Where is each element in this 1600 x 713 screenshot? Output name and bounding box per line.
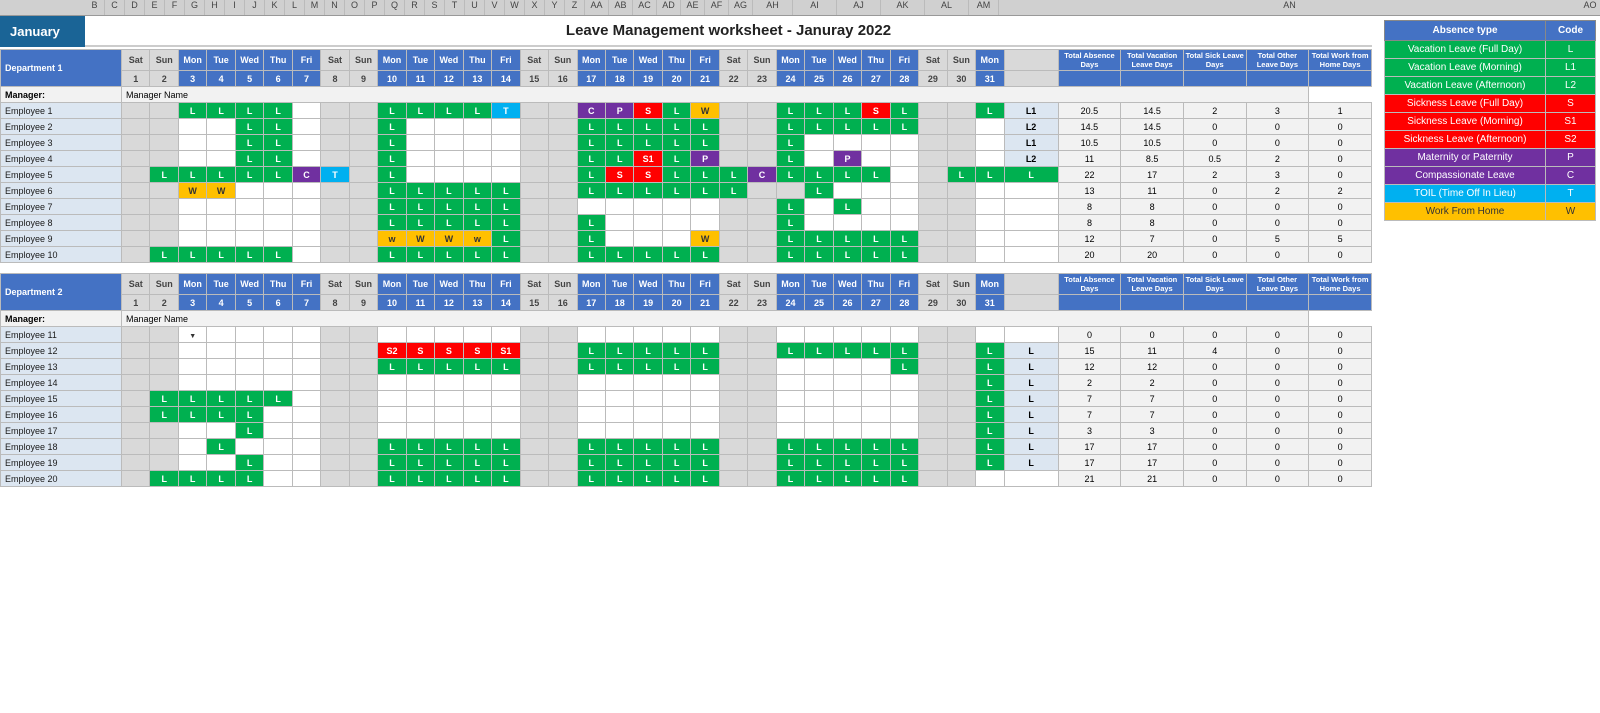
table-row: Employee 12 S2 S S [1, 343, 1372, 359]
day-sat3: Sat [520, 50, 548, 71]
day-sun1: Sun [150, 50, 178, 71]
day-tue4: Tue [805, 50, 833, 71]
page-title: Leave Management worksheet - Januray 202… [85, 16, 1372, 47]
day-sun3: Sun [549, 50, 577, 71]
day-sun2: Sun [349, 50, 377, 71]
total-wfh-header: Total Work from Home Days [1309, 50, 1372, 71]
day-fri4: Fri [890, 50, 918, 71]
dept2-label: Department 2 [1, 274, 122, 311]
table-row: Employee 16 L L L L [1, 407, 1372, 423]
dept1-manager-row: Manager: Manager Name [1, 87, 1372, 103]
table-row: Employee 13 L L L [1, 359, 1372, 375]
list-item: Vacation Leave (Afternoon) L2 [1385, 77, 1596, 95]
day-thu4: Thu [862, 50, 890, 71]
table-row: Employee 4 L L L [1, 151, 1372, 167]
day-thu3: Thu [662, 50, 690, 71]
total-vacation-header: Total Vacation Leave Days [1121, 50, 1184, 71]
dept2-total-sick-header: Total Sick Leave Days [1183, 274, 1246, 295]
table-row: Employee 19 L L L L [1, 455, 1372, 471]
table-row: Employee 5 L L L L L C T L [1, 167, 1372, 183]
day-mon2: Mon [378, 50, 406, 71]
day-sat4: Sat [719, 50, 747, 71]
table-row: Employee 8 L L L [1, 215, 1372, 231]
day-mon1: Mon [178, 50, 206, 71]
day-wed2: Wed [435, 50, 463, 71]
day-sat1: Sat [122, 50, 150, 71]
day-fri2: Fri [492, 50, 520, 71]
list-item: Maternity or Paternity P [1385, 149, 1596, 167]
table-row: Employee 14 [1, 375, 1372, 391]
table-row: Employee 9 w W W [1, 231, 1372, 247]
day-mon3: Mon [577, 50, 605, 71]
absence-type-col-header: Absence type [1385, 21, 1546, 41]
day-sun5: Sun [947, 50, 975, 71]
dept2-total-absence-header: Total Absence Days [1058, 274, 1121, 295]
day-tue1: Tue [207, 50, 235, 71]
list-item: Vacation Leave (Full Day) L [1385, 41, 1596, 59]
day-fri1: Fri [292, 50, 320, 71]
day-tue2: Tue [406, 50, 434, 71]
day-tue3: Tue [605, 50, 633, 71]
total-sick-header: Total Sick Leave Days [1183, 50, 1246, 71]
day-fri3: Fri [691, 50, 719, 71]
day-thu2: Thu [463, 50, 491, 71]
table-row: Employee 15 L L L L L [1, 391, 1372, 407]
day-mon5: Mon [976, 50, 1004, 71]
dept2-manager-row: Manager: Manager Name [1, 311, 1372, 327]
dept1-table: Department 1 Sat Sun Mon Tue Wed Thu Fri… [0, 49, 1372, 263]
code-header [1004, 50, 1058, 71]
table-row: Employee 10 L L L L L L L L [1, 247, 1372, 263]
table-row: Employee 17 L [1, 423, 1372, 439]
table-row: Employee 18 L L L L [1, 439, 1372, 455]
absence-legend-panel: Absence type Code Vacation Leave (Full D… [1380, 16, 1600, 499]
list-item: Vacation Leave (Morning) L1 [1385, 59, 1596, 77]
table-row: Employee 2 L L L [1, 119, 1372, 135]
day-wed1: Wed [235, 50, 263, 71]
day-wed4: Wed [833, 50, 861, 71]
table-row: Employee 1 L L L L L L L [1, 103, 1372, 119]
absence-code-col-header: Code [1546, 21, 1596, 41]
day-wed3: Wed [634, 50, 662, 71]
list-item: Sickness Leave (Afternoon) S2 [1385, 131, 1596, 149]
dept2-table: Department 2 Sat Sun Mon Tue Wed Thu Fri… [0, 273, 1372, 487]
dept2-total-vacation-header: Total Vacation Leave Days [1121, 274, 1184, 295]
table-row: Employee 6 W W L L L [1, 183, 1372, 199]
dept2-total-wfh-header: Total Work from Home Days [1309, 274, 1372, 295]
list-item: Sickness Leave (Morning) S1 [1385, 113, 1596, 131]
total-other-header: Total Other Leave Days [1246, 50, 1309, 71]
absence-type-table: Absence type Code Vacation Leave (Full D… [1384, 20, 1596, 221]
list-item: TOIL (Time Off In Lieu) T [1385, 185, 1596, 203]
january-label: January [0, 16, 85, 47]
table-row: Employee 11 ▼ [1, 327, 1372, 343]
day-sun4: Sun [748, 50, 776, 71]
day-thu1: Thu [264, 50, 292, 71]
table-row: Employee 20 L L L L L L L [1, 471, 1372, 487]
total-absence-header: Total Absence Days [1058, 50, 1121, 71]
list-item: Work From Home W [1385, 203, 1596, 221]
day-mon4: Mon [776, 50, 804, 71]
day-sat2: Sat [321, 50, 349, 71]
table-row: Employee 3 L L L [1, 135, 1372, 151]
dept2-total-other-header: Total Other Leave Days [1246, 274, 1309, 295]
table-row: Employee 7 L L L [1, 199, 1372, 215]
dept1-label: Department 1 [1, 50, 122, 87]
list-item: Sickness Leave (Full Day) S [1385, 95, 1596, 113]
list-item: Compassionate Leave C [1385, 167, 1596, 185]
day-sat5: Sat [919, 50, 947, 71]
